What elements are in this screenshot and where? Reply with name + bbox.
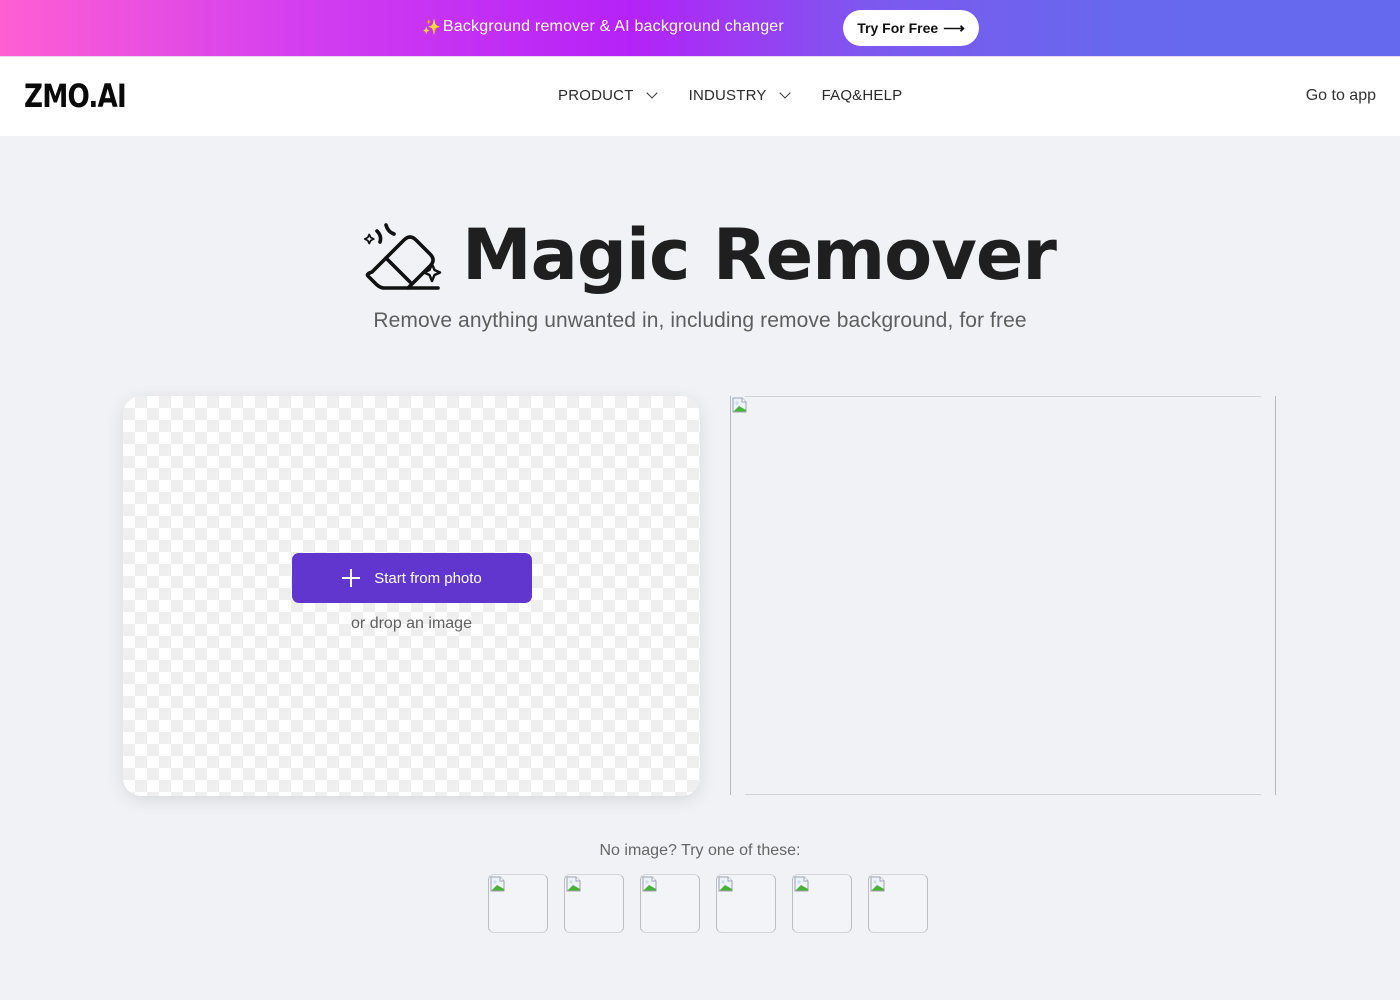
upload-dropzone[interactable]: Start from photo or drop an image xyxy=(123,396,700,796)
nav-item-industry[interactable]: INDUSTRY xyxy=(688,87,791,104)
promo-message: ✨ Background remover & AI background cha… xyxy=(422,18,784,36)
go-to-app-link[interactable]: Go to app xyxy=(1306,87,1376,105)
sample-image-1[interactable] xyxy=(488,874,548,933)
nav-item-label: PRODUCT xyxy=(558,87,634,104)
broken-image-icon xyxy=(794,876,810,892)
broken-image-icon xyxy=(642,876,658,892)
broken-image-icon xyxy=(718,876,734,892)
preview-panel xyxy=(730,396,1276,795)
nav-item-product[interactable]: PRODUCT xyxy=(558,87,658,104)
sparkles-icon: ✨ xyxy=(422,19,441,36)
broken-image-icon xyxy=(566,876,582,892)
try-for-free-button[interactable]: Try For Free ⟶ xyxy=(843,10,979,46)
magic-eraser-icon xyxy=(363,223,442,290)
plus-icon xyxy=(342,569,361,587)
sample-image-2[interactable] xyxy=(564,874,624,933)
samples-label: No image? Try one of these: xyxy=(599,842,801,859)
chevron-down-icon xyxy=(778,87,791,99)
start-from-photo-label: Start from photo xyxy=(374,569,482,587)
sample-image-4[interactable] xyxy=(716,874,776,933)
nav-item-label: FAQ&HELP xyxy=(821,87,903,104)
page-title: Magic Remover xyxy=(462,214,1057,296)
start-from-photo-button[interactable]: Start from photo xyxy=(292,553,532,603)
try-for-free-label: Try For Free xyxy=(857,20,939,36)
hero-title: Magic Remover xyxy=(358,212,1057,298)
broken-image-icon xyxy=(870,876,886,892)
promo-text: Background remover & AI background chang… xyxy=(442,18,784,35)
drop-hint: or drop an image xyxy=(351,615,472,632)
page-subtitle: Remove anything unwanted in, including r… xyxy=(373,309,1027,332)
sample-images xyxy=(488,874,928,933)
sample-image-3[interactable] xyxy=(640,874,700,933)
promo-banner: ✨ Background remover & AI background cha… xyxy=(0,0,1400,56)
chevron-down-icon xyxy=(645,87,658,99)
broken-image-icon xyxy=(732,397,748,413)
nav-menu: PRODUCT INDUSTRY FAQ&HELP xyxy=(558,87,935,104)
broken-image-icon xyxy=(490,876,506,892)
main-nav: ZMO.AI PRODUCT INDUSTRY FAQ&HELP Go to a… xyxy=(0,56,1400,136)
nav-item-faq-help[interactable]: FAQ&HELP xyxy=(822,87,903,104)
logo[interactable]: ZMO.AI xyxy=(24,77,127,115)
nav-item-label: INDUSTRY xyxy=(688,87,767,104)
sample-image-6[interactable] xyxy=(868,874,928,933)
arrow-right-icon: ⟶ xyxy=(943,20,965,37)
sample-image-5[interactable] xyxy=(792,874,852,933)
